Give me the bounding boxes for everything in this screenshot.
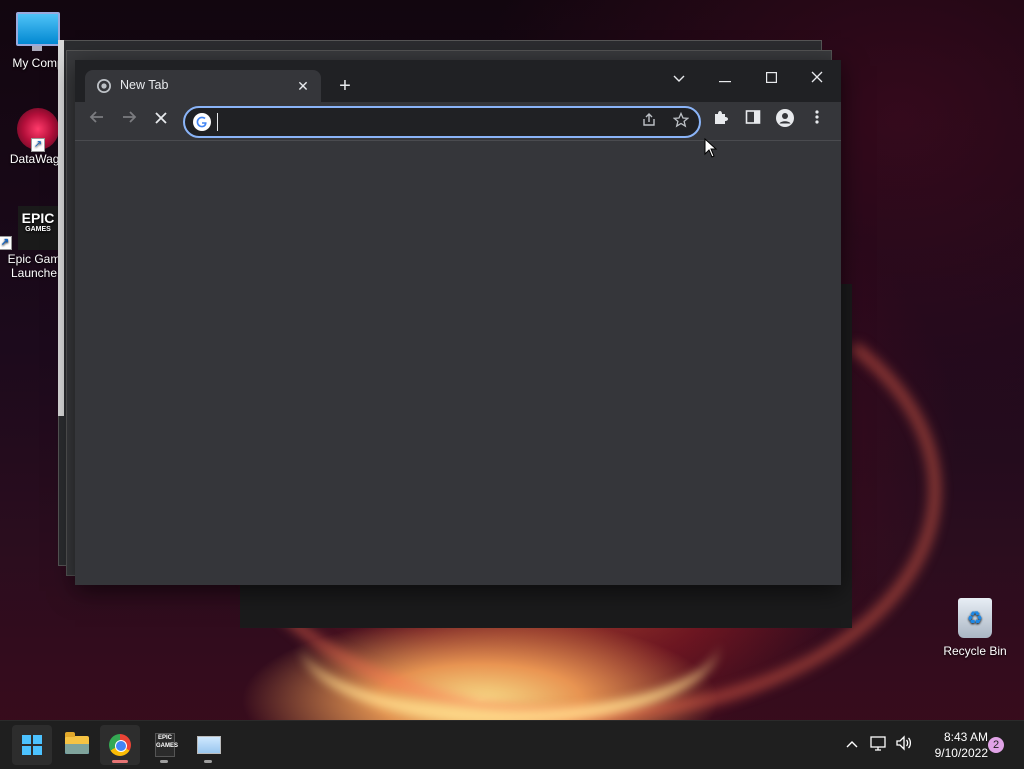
- show-hidden-icons-button[interactable]: [843, 735, 861, 753]
- running-indicator: [204, 760, 212, 763]
- tab-title: New Tab: [120, 78, 169, 92]
- share-icon: [643, 113, 655, 126]
- google-g-icon: [193, 113, 211, 131]
- taskbar-clock[interactable]: 8:43 AM 9/10/2022: [920, 729, 988, 761]
- maximize-icon: [765, 72, 777, 84]
- bookmark-button[interactable]: [671, 111, 691, 132]
- desktop-icon-label: Epic Gam Launche: [7, 252, 61, 280]
- epic-games-icon: EPIC GAMES ↗: [0, 206, 58, 250]
- stop-loading-button[interactable]: [149, 109, 173, 133]
- datawago-icon: ↗: [17, 108, 59, 152]
- side-panel-button[interactable]: [741, 109, 765, 133]
- menu-button[interactable]: [805, 109, 829, 133]
- photos-icon: [197, 736, 221, 754]
- browser-titlebar[interactable]: New Tab ✕ +: [75, 60, 841, 102]
- taskbar-epic-games[interactable]: EPIC GAMES: [144, 725, 184, 765]
- shortcut-arrow-icon: ↗: [0, 236, 12, 250]
- taskbar: EPIC GAMES 8:43 AM 9/10/2022 2: [0, 720, 1024, 769]
- share-button[interactable]: [639, 112, 659, 132]
- tab-close-icon[interactable]: ✕: [293, 76, 313, 96]
- folder-icon: [65, 732, 89, 754]
- puzzle-icon: [715, 111, 728, 124]
- address-input[interactable]: [217, 111, 617, 133]
- windows-logo-icon: [22, 735, 42, 755]
- new-tab-button[interactable]: +: [333, 74, 357, 98]
- desktop-icon-recycle-bin[interactable]: ♻ Recycle Bin: [940, 598, 1010, 658]
- extensions-button[interactable]: [709, 109, 733, 133]
- stop-icon: [155, 112, 167, 124]
- desktop-icon-label: Recycle Bin: [943, 644, 1007, 658]
- network-button[interactable]: [870, 735, 888, 753]
- minimize-icon: [719, 81, 731, 83]
- epic-games-icon: EPIC GAMES: [155, 733, 178, 757]
- mouse-cursor-icon: [704, 138, 718, 158]
- taskbar-photos[interactable]: [188, 725, 228, 765]
- close-icon: [811, 71, 823, 83]
- running-indicator: [112, 760, 128, 763]
- taskbar-chrome[interactable]: [100, 725, 140, 765]
- start-button[interactable]: [12, 725, 52, 765]
- profile-avatar-icon: [776, 109, 794, 127]
- close-window-button[interactable]: [797, 64, 837, 92]
- tab-search-button[interactable]: [659, 64, 699, 92]
- clock-time: 8:43 AM: [943, 730, 988, 744]
- taskbar-file-explorer[interactable]: [56, 725, 96, 765]
- page-content[interactable]: [75, 141, 841, 585]
- star-icon: [672, 111, 690, 128]
- clock-date: 9/10/2022: [934, 746, 988, 760]
- side-panel-icon: [745, 110, 761, 124]
- chevron-up-icon: [846, 741, 858, 748]
- minimize-button[interactable]: [705, 64, 745, 92]
- recycle-bin-icon: ♻: [958, 598, 992, 638]
- chevron-down-icon: [673, 75, 685, 82]
- monitor-icon: [16, 12, 60, 51]
- kebab-menu-icon: [815, 110, 819, 124]
- maximize-button[interactable]: [751, 64, 791, 92]
- browser-window[interactable]: New Tab ✕ +: [75, 60, 841, 585]
- profile-button[interactable]: [773, 109, 797, 133]
- chrome-favicon-icon: [97, 79, 111, 93]
- volume-button[interactable]: [895, 735, 913, 753]
- browser-toolbar: [75, 102, 841, 141]
- address-bar[interactable]: [183, 106, 701, 138]
- back-button[interactable]: [85, 109, 109, 133]
- notification-badge[interactable]: 2: [988, 737, 1004, 753]
- forward-button[interactable]: [117, 109, 141, 133]
- chrome-icon: [109, 734, 131, 756]
- volume-icon: [896, 735, 912, 751]
- arrow-right-icon: [123, 111, 137, 123]
- network-icon: [870, 736, 886, 751]
- shortcut-arrow-icon: ↗: [31, 138, 45, 152]
- tab-new-tab[interactable]: New Tab ✕: [85, 70, 321, 102]
- running-indicator: [160, 760, 168, 763]
- arrow-left-icon: [89, 111, 103, 123]
- background-window-edge: [58, 40, 64, 416]
